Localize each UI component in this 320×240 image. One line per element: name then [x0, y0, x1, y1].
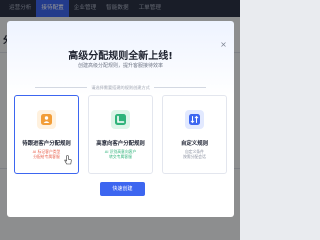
divider-line	[35, 87, 88, 88]
user-icon	[37, 110, 56, 129]
modal-subtitle: 创建高级分配规则，提升客服接待效率	[77, 63, 163, 69]
feature-launch-modal: × 高级分配规则全新上线! 创建高级分配规则，提升客服接待效率 请选择需要搭建的…	[7, 21, 234, 217]
card-title: 高意向客户分配规则	[96, 141, 145, 147]
card-desc-line2: 转交专属客服	[109, 154, 132, 159]
card-description: 按需分配会话	[165, 154, 224, 159]
hand-cursor-icon	[64, 155, 72, 165]
chart-icon	[111, 110, 130, 129]
card-custom-rule[interactable]: 自定义规则 自定义条件 按需分配会话	[162, 95, 227, 174]
card-desc-line2: 按需分配会话	[183, 154, 206, 159]
card-high-intent-rule[interactable]: 高意向客户分配规则 AI 识别高意向客户 转交专属客服	[88, 95, 153, 174]
card-description: 转交专属客服	[91, 154, 150, 159]
section-divider: 请选择需要搭建的规则创建方式	[35, 84, 207, 91]
swap-icon	[185, 110, 204, 129]
modal-title: 高级分配规则全新上线!	[68, 51, 173, 62]
card-title: 待跟进客户分配规则	[22, 141, 71, 147]
divider-label: 请选择需要搭建的规则创建方式	[91, 84, 150, 90]
card-pending-followup-rule[interactable]: 待跟进客户分配规则 AI 标记客户类型 分配给专属客服	[14, 95, 79, 174]
quick-create-button[interactable]: 快速创建	[100, 182, 145, 196]
card-title: 自定义规则	[181, 141, 208, 147]
rule-type-cards: 待跟进客户分配规则 AI 标记客户类型 分配给专属客服 高意向客户分配规则 AI…	[14, 95, 227, 174]
card-desc-line2: 分配给专属客服	[33, 154, 60, 159]
divider-line	[153, 87, 207, 88]
